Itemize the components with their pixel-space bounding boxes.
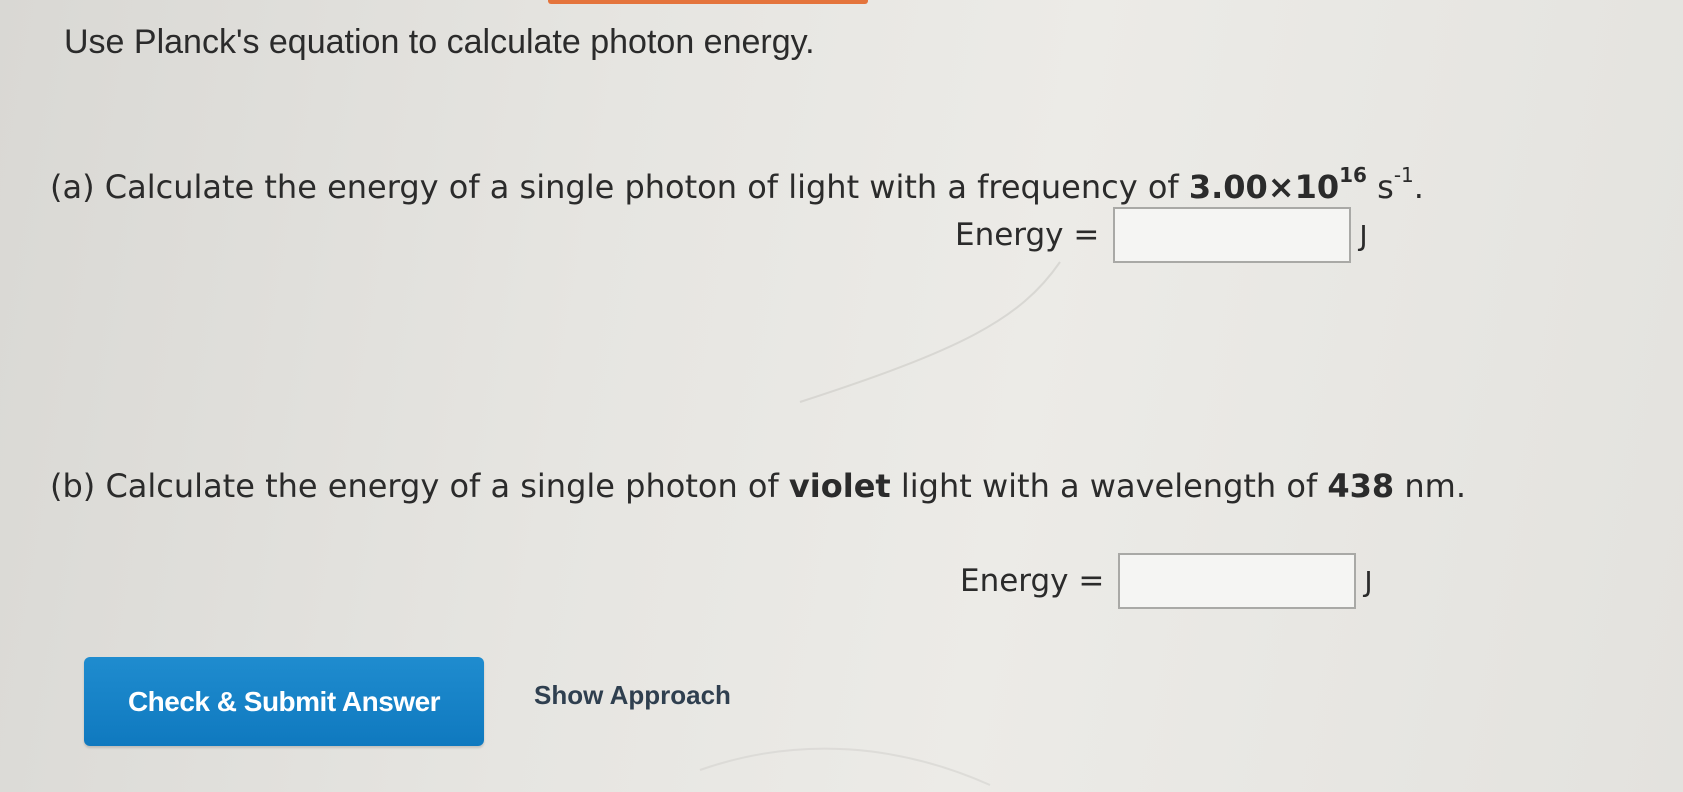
energy-label-b: Energy = — [960, 563, 1105, 599]
question-title: Use Planck's equation to calculate photo… — [64, 23, 815, 61]
answer-row-a: Energy = J — [955, 205, 1368, 265]
part-a-unit: s — [1366, 168, 1394, 206]
question-part-a: (a) Calculate the energy of a single pho… — [50, 164, 1424, 210]
part-b-unit: nm. — [1394, 467, 1466, 505]
part-a-value: 3.00×10 — [1188, 168, 1340, 206]
part-a-suffix: . — [1413, 168, 1424, 206]
part-b-value: 438 — [1327, 467, 1395, 505]
check-submit-button[interactable]: Check & Submit Answer — [84, 657, 484, 746]
part-b-bold-word: violet — [788, 467, 891, 505]
energy-unit-b: J — [1364, 564, 1373, 598]
part-a-prefix: (a) Calculate the energy of a single pho… — [50, 168, 1189, 206]
part-b-prefix: (b) Calculate the energy of a single pho… — [50, 467, 789, 505]
part-a-exponent: 16 — [1339, 163, 1367, 188]
answer-row-b: Energy = J — [960, 551, 1373, 611]
energy-unit-a: J — [1359, 218, 1368, 252]
question-part-b: (b) Calculate the energy of a single pho… — [50, 463, 1466, 509]
top-accent-bar — [548, 0, 868, 4]
part-a-unit-exponent: -1 — [1393, 163, 1414, 188]
show-approach-link[interactable]: Show Approach — [534, 680, 731, 711]
energy-label-a: Energy = — [955, 217, 1100, 253]
energy-input-b[interactable] — [1118, 553, 1357, 609]
energy-input-a[interactable] — [1113, 207, 1352, 263]
part-b-middle: light with a wavelength of — [890, 467, 1328, 505]
